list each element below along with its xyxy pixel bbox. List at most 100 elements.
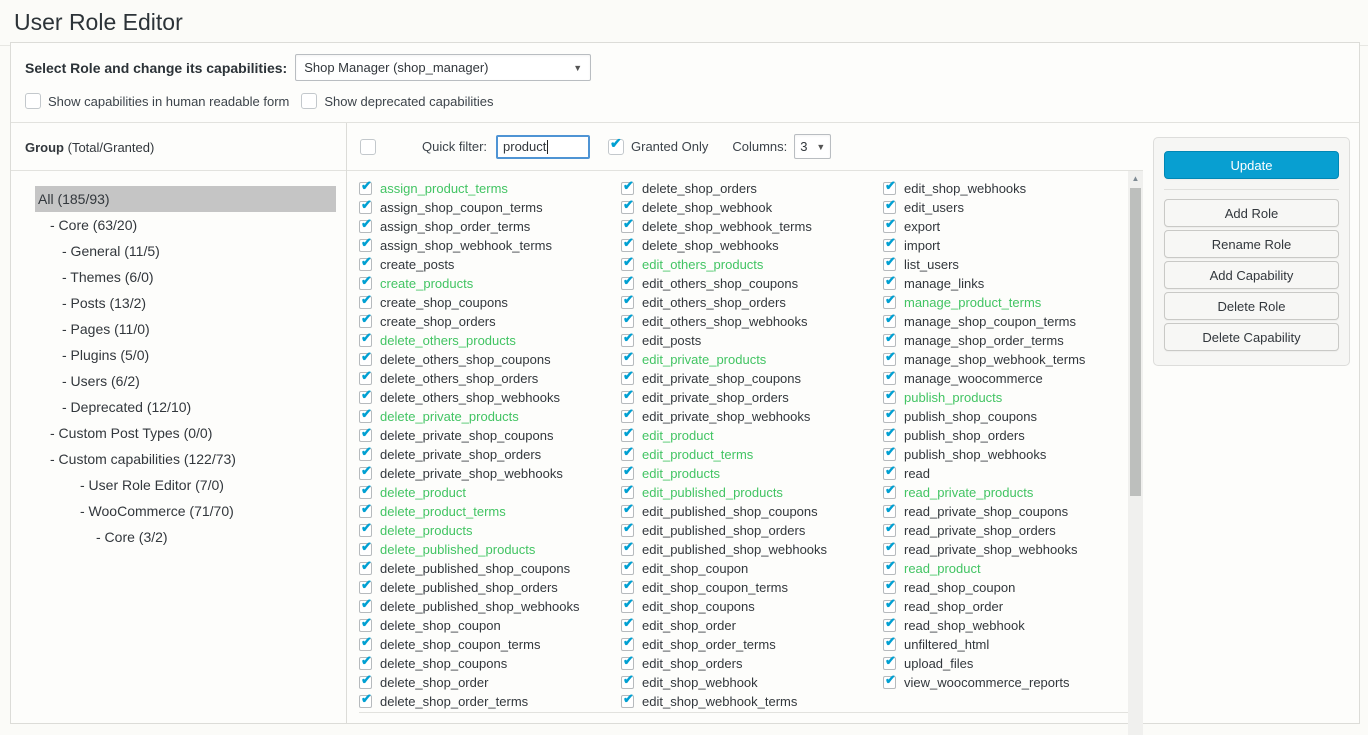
capability-checkbox[interactable]: ✔ <box>359 391 372 404</box>
capability-checkbox[interactable]: ✔ <box>621 277 634 290</box>
capability-checkbox[interactable]: ✔ <box>621 695 634 708</box>
capability-checkbox[interactable]: ✔ <box>883 638 896 651</box>
capability-checkbox[interactable]: ✔ <box>621 201 634 214</box>
capability-checkbox[interactable]: ✔ <box>359 315 372 328</box>
capability-checkbox[interactable]: ✔ <box>621 258 634 271</box>
human-readable-checkbox[interactable] <box>25 93 41 109</box>
capability-checkbox[interactable]: ✔ <box>883 562 896 575</box>
role-select[interactable]: Shop Manager (shop_manager) ▼ <box>295 54 591 81</box>
deprecated-checkbox[interactable] <box>301 93 317 109</box>
capability-checkbox[interactable]: ✔ <box>621 429 634 442</box>
capability-checkbox[interactable]: ✔ <box>621 334 634 347</box>
group-tree-item[interactable]: - User Role Editor (7/0) <box>11 472 346 498</box>
capability-checkbox[interactable]: ✔ <box>621 543 634 556</box>
capability-checkbox[interactable]: ✔ <box>359 638 372 651</box>
capability-checkbox[interactable]: ✔ <box>621 353 634 366</box>
capability-checkbox[interactable]: ✔ <box>359 201 372 214</box>
group-tree-item[interactable]: - Themes (6/0) <box>11 264 346 290</box>
capability-checkbox[interactable]: ✔ <box>621 600 634 613</box>
capability-checkbox[interactable]: ✔ <box>621 372 634 385</box>
group-tree-item[interactable]: - Users (6/2) <box>11 368 346 394</box>
group-tree-item[interactable]: - Plugins (5/0) <box>11 342 346 368</box>
capability-checkbox[interactable]: ✔ <box>359 600 372 613</box>
capability-checkbox[interactable]: ✔ <box>883 429 896 442</box>
capability-checkbox[interactable]: ✔ <box>359 676 372 689</box>
capability-checkbox[interactable]: ✔ <box>883 353 896 366</box>
capability-checkbox[interactable]: ✔ <box>883 258 896 271</box>
capability-checkbox[interactable]: ✔ <box>359 581 372 594</box>
capability-checkbox[interactable]: ✔ <box>359 562 372 575</box>
group-tree-item[interactable]: - WooCommerce (71/70) <box>11 498 346 524</box>
capability-checkbox[interactable]: ✔ <box>621 657 634 670</box>
delete-role-button[interactable]: Delete Role <box>1164 292 1339 320</box>
capability-checkbox[interactable]: ✔ <box>359 657 372 670</box>
capability-checkbox[interactable]: ✔ <box>621 676 634 689</box>
capability-checkbox[interactable]: ✔ <box>359 619 372 632</box>
add-capability-button[interactable]: Add Capability <box>1164 261 1339 289</box>
capability-checkbox[interactable]: ✔ <box>883 505 896 518</box>
scrollbar[interactable]: ▲ <box>1128 171 1143 735</box>
group-tree-item[interactable]: - Custom Post Types (0/0) <box>11 420 346 446</box>
capability-checkbox[interactable]: ✔ <box>621 315 634 328</box>
capability-checkbox[interactable]: ✔ <box>621 391 634 404</box>
capability-checkbox[interactable]: ✔ <box>621 581 634 594</box>
capability-checkbox[interactable]: ✔ <box>883 391 896 404</box>
group-tree-item[interactable]: - Core (63/20) <box>11 212 346 238</box>
capability-checkbox[interactable]: ✔ <box>621 486 634 499</box>
capability-checkbox[interactable]: ✔ <box>621 410 634 423</box>
capability-checkbox[interactable]: ✔ <box>621 182 634 195</box>
group-tree-item[interactable]: - Posts (13/2) <box>11 290 346 316</box>
capability-checkbox[interactable]: ✔ <box>621 524 634 537</box>
capability-checkbox[interactable]: ✔ <box>621 239 634 252</box>
capability-checkbox[interactable]: ✔ <box>621 638 634 651</box>
capability-checkbox[interactable]: ✔ <box>883 372 896 385</box>
capability-checkbox[interactable]: ✔ <box>359 429 372 442</box>
capability-checkbox[interactable]: ✔ <box>359 296 372 309</box>
delete-capability-button[interactable]: Delete Capability <box>1164 323 1339 351</box>
group-tree-item[interactable]: - Custom capabilities (122/73) <box>11 446 346 472</box>
capability-checkbox[interactable]: ✔ <box>883 543 896 556</box>
capability-checkbox[interactable]: ✔ <box>883 239 896 252</box>
group-tree-item[interactable]: - Core (3/2) <box>11 524 346 550</box>
update-button[interactable]: Update <box>1164 151 1339 179</box>
capability-checkbox[interactable]: ✔ <box>359 258 372 271</box>
capability-checkbox[interactable]: ✔ <box>883 467 896 480</box>
capability-checkbox[interactable]: ✔ <box>883 296 896 309</box>
capability-checkbox[interactable]: ✔ <box>883 220 896 233</box>
capability-checkbox[interactable]: ✔ <box>883 524 896 537</box>
capability-checkbox[interactable]: ✔ <box>359 334 372 347</box>
capability-checkbox[interactable]: ✔ <box>359 220 372 233</box>
quick-filter-input[interactable]: product <box>496 135 590 159</box>
group-tree-item[interactable]: - General (11/5) <box>11 238 346 264</box>
capability-checkbox[interactable]: ✔ <box>883 334 896 347</box>
capability-checkbox[interactable]: ✔ <box>359 505 372 518</box>
capability-checkbox[interactable]: ✔ <box>883 486 896 499</box>
group-tree-item[interactable]: All (185/93) <box>35 186 336 212</box>
capability-checkbox[interactable]: ✔ <box>359 239 372 252</box>
scrollbar-thumb[interactable] <box>1130 188 1141 496</box>
capability-checkbox[interactable]: ✔ <box>359 486 372 499</box>
capability-checkbox[interactable]: ✔ <box>359 467 372 480</box>
capability-checkbox[interactable]: ✔ <box>883 410 896 423</box>
scroll-up-arrow-icon[interactable]: ▲ <box>1128 171 1143 186</box>
capability-checkbox[interactable]: ✔ <box>883 201 896 214</box>
capability-checkbox[interactable]: ✔ <box>883 448 896 461</box>
capability-checkbox[interactable]: ✔ <box>359 410 372 423</box>
granted-only-checkbox[interactable]: ✔ <box>608 139 624 155</box>
capability-checkbox[interactable]: ✔ <box>621 220 634 233</box>
capability-checkbox[interactable]: ✔ <box>359 353 372 366</box>
capability-checkbox[interactable]: ✔ <box>359 372 372 385</box>
capability-checkbox[interactable]: ✔ <box>621 448 634 461</box>
capability-checkbox[interactable]: ✔ <box>883 581 896 594</box>
capability-checkbox[interactable]: ✔ <box>359 543 372 556</box>
add-role-button[interactable]: Add Role <box>1164 199 1339 227</box>
columns-select[interactable]: 3 ▼ <box>794 134 831 159</box>
group-tree-item[interactable]: - Pages (11/0) <box>11 316 346 342</box>
capability-checkbox[interactable]: ✔ <box>883 676 896 689</box>
rename-role-button[interactable]: Rename Role <box>1164 230 1339 258</box>
capability-checkbox[interactable]: ✔ <box>621 619 634 632</box>
capability-checkbox[interactable]: ✔ <box>621 467 634 480</box>
capability-checkbox[interactable]: ✔ <box>359 277 372 290</box>
group-tree-item[interactable]: - Deprecated (12/10) <box>11 394 346 420</box>
capability-checkbox[interactable]: ✔ <box>883 277 896 290</box>
